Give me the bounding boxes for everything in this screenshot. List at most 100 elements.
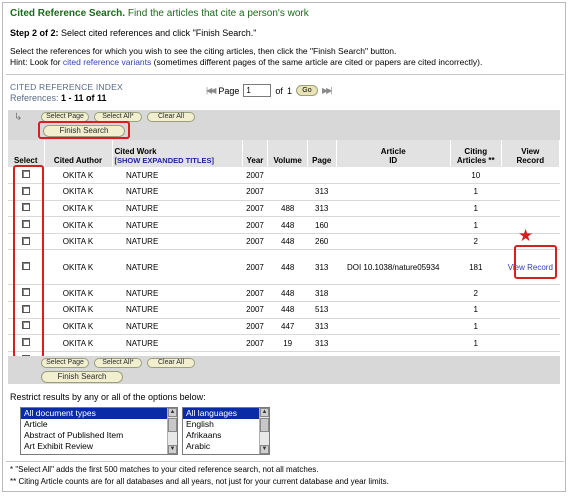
volume-cell: 488	[267, 200, 308, 218]
page-label: Page	[218, 85, 240, 96]
language-option[interactable]: All languages	[183, 408, 269, 419]
year-cell: 2007	[242, 284, 268, 303]
page-cell	[307, 167, 337, 185]
doc-type-option[interactable]: All document types	[21, 408, 177, 419]
cited-work-cell: NATURE	[112, 167, 242, 185]
page-cell: 313	[307, 318, 337, 336]
table-row: OKITA K NATURE 2007 313 1	[8, 183, 560, 201]
restrict-label: Restrict results by any or all of the op…	[10, 392, 206, 402]
go-button[interactable]: Go	[295, 85, 318, 96]
page-cell: 313	[307, 334, 337, 352]
cited-work-cell: NATURE	[112, 200, 242, 218]
cited-work-cell: NATURE	[112, 301, 242, 319]
year-cell: 2007	[242, 216, 268, 234]
volume-cell	[267, 183, 308, 201]
cited-reference-index-label: CITED REFERENCE INDEX	[10, 82, 123, 92]
scroll-down-icon[interactable]: ▼	[260, 445, 269, 454]
cited-author-column-header: Cited Author	[44, 140, 113, 167]
divider	[6, 74, 564, 75]
cited-reference-variants-link[interactable]: cited reference variants	[63, 57, 151, 67]
cited-references-table: Select Cited Author Cited Work [SHOW EXP…	[8, 140, 561, 369]
year-cell: 2007	[242, 301, 268, 319]
divider	[6, 461, 564, 462]
volume-cell: 448	[267, 249, 308, 286]
table-row: OKITA K NATURE 2007 448 260 2	[8, 233, 560, 251]
cited-work-cell: NATURE	[112, 249, 242, 286]
language-option[interactable]: Afrikaans	[183, 430, 269, 441]
step-indicator: Step 2 of 2: Select cited references and…	[10, 28, 257, 38]
language-option[interactable]: Arabic	[183, 441, 269, 452]
citing-articles-cell: 1	[450, 200, 502, 218]
scroll-down-icon[interactable]: ▼	[168, 445, 177, 454]
pagination: |◀◀ Page of 1 Go ▶▶|	[206, 84, 332, 97]
article-id-cell	[336, 301, 451, 319]
finish-search-button-bottom[interactable]: Finish Search	[41, 371, 123, 383]
page-cell: 260	[307, 233, 337, 251]
citing-articles-cell: 2	[450, 284, 502, 303]
table-row: OKITA K NATURE 2007 448 318 2	[8, 284, 560, 303]
year-cell: 2007	[242, 318, 268, 336]
first-prev-page-icon[interactable]: |◀◀	[206, 86, 216, 95]
citing-articles-column-header: Citing Articles **	[450, 140, 502, 167]
doc-type-option[interactable]: Art Exhibit Review	[21, 441, 177, 452]
page-cell: 160	[307, 216, 337, 234]
article-id-cell	[336, 334, 451, 352]
year-cell: 2007	[242, 167, 268, 185]
cited-author-cell: OKITA K	[44, 318, 112, 336]
document-type-listbox[interactable]: All document types Article Abstract of P…	[20, 407, 178, 455]
page-column-header: Page	[307, 140, 337, 167]
select-all-button-bottom[interactable]: Select All*	[94, 358, 142, 368]
finish-search-highlight	[38, 121, 130, 139]
scroll-thumb[interactable]	[168, 418, 177, 432]
cited-author-cell: OKITA K	[44, 284, 112, 303]
page-title: Cited Reference Search. Find the article…	[10, 8, 309, 19]
article-id-column-header: Article ID	[336, 140, 451, 167]
cited-work-column-header: Cited Work [SHOW EXPANDED TITLES]	[112, 140, 243, 167]
article-id-cell	[336, 167, 451, 185]
scroll-up-icon[interactable]: ▲	[168, 408, 177, 417]
cited-author-cell: OKITA K	[44, 167, 112, 185]
instructions: Select the references for which you wish…	[10, 46, 483, 67]
cited-author-cell: OKITA K	[44, 233, 112, 251]
scroll-up-icon[interactable]: ▲	[260, 408, 269, 417]
footnote-citing-counts: ** Citing Article counts are for all dat…	[10, 477, 389, 486]
show-expanded-titles-link[interactable]: [SHOW EXPANDED TITLES]	[115, 156, 240, 165]
cited-author-cell: OKITA K	[44, 200, 112, 218]
cited-work-cell: NATURE	[112, 284, 242, 303]
volume-column-header: Volume	[267, 140, 308, 167]
language-option[interactable]: English	[183, 419, 269, 430]
page-cell: 318	[307, 284, 337, 303]
page-number-input[interactable]	[243, 84, 272, 97]
of-label: of	[275, 85, 283, 96]
page-cell: 313	[307, 200, 337, 218]
view-record-cell	[501, 284, 560, 303]
language-scrollbar[interactable]: ▲ ▼	[259, 408, 269, 454]
view-record-cell	[501, 167, 560, 185]
article-id-cell	[336, 318, 451, 336]
cited-author-cell: OKITA K	[44, 216, 112, 234]
table-row: OKITA K NATURE 2007 10	[8, 167, 560, 185]
scroll-thumb[interactable]	[260, 418, 269, 432]
article-id-cell	[336, 233, 451, 251]
total-pages: 1	[286, 85, 292, 96]
page-cell: 513	[307, 301, 337, 319]
year-cell: 2007	[242, 200, 268, 218]
doc-type-option[interactable]: Article	[21, 419, 177, 430]
clear-all-button-bottom[interactable]: Clear All	[147, 358, 195, 368]
view-record-cell	[501, 318, 560, 336]
select-page-button-bottom[interactable]: Select Page	[41, 358, 89, 368]
volume-cell: 448	[267, 233, 308, 251]
clear-all-button[interactable]: Clear All	[147, 112, 195, 122]
citing-articles-cell: 181	[450, 249, 502, 286]
cited-author-cell: OKITA K	[44, 301, 112, 319]
cited-work-cell: NATURE	[112, 216, 242, 234]
language-listbox[interactable]: All languages English Afrikaans Arabic ▲…	[182, 407, 270, 455]
next-last-page-icon[interactable]: ▶▶|	[322, 86, 332, 95]
doc-type-option[interactable]: Abstract of Published Item	[21, 430, 177, 441]
view-record-cell	[501, 200, 560, 218]
table-row: OKITA K NATURE 2007 19 313 1	[8, 334, 560, 352]
cited-author-cell: OKITA K	[44, 183, 112, 201]
doc-type-scrollbar[interactable]: ▲ ▼	[167, 408, 177, 454]
view-record-highlight	[514, 245, 557, 279]
year-cell: 2007	[242, 249, 268, 286]
